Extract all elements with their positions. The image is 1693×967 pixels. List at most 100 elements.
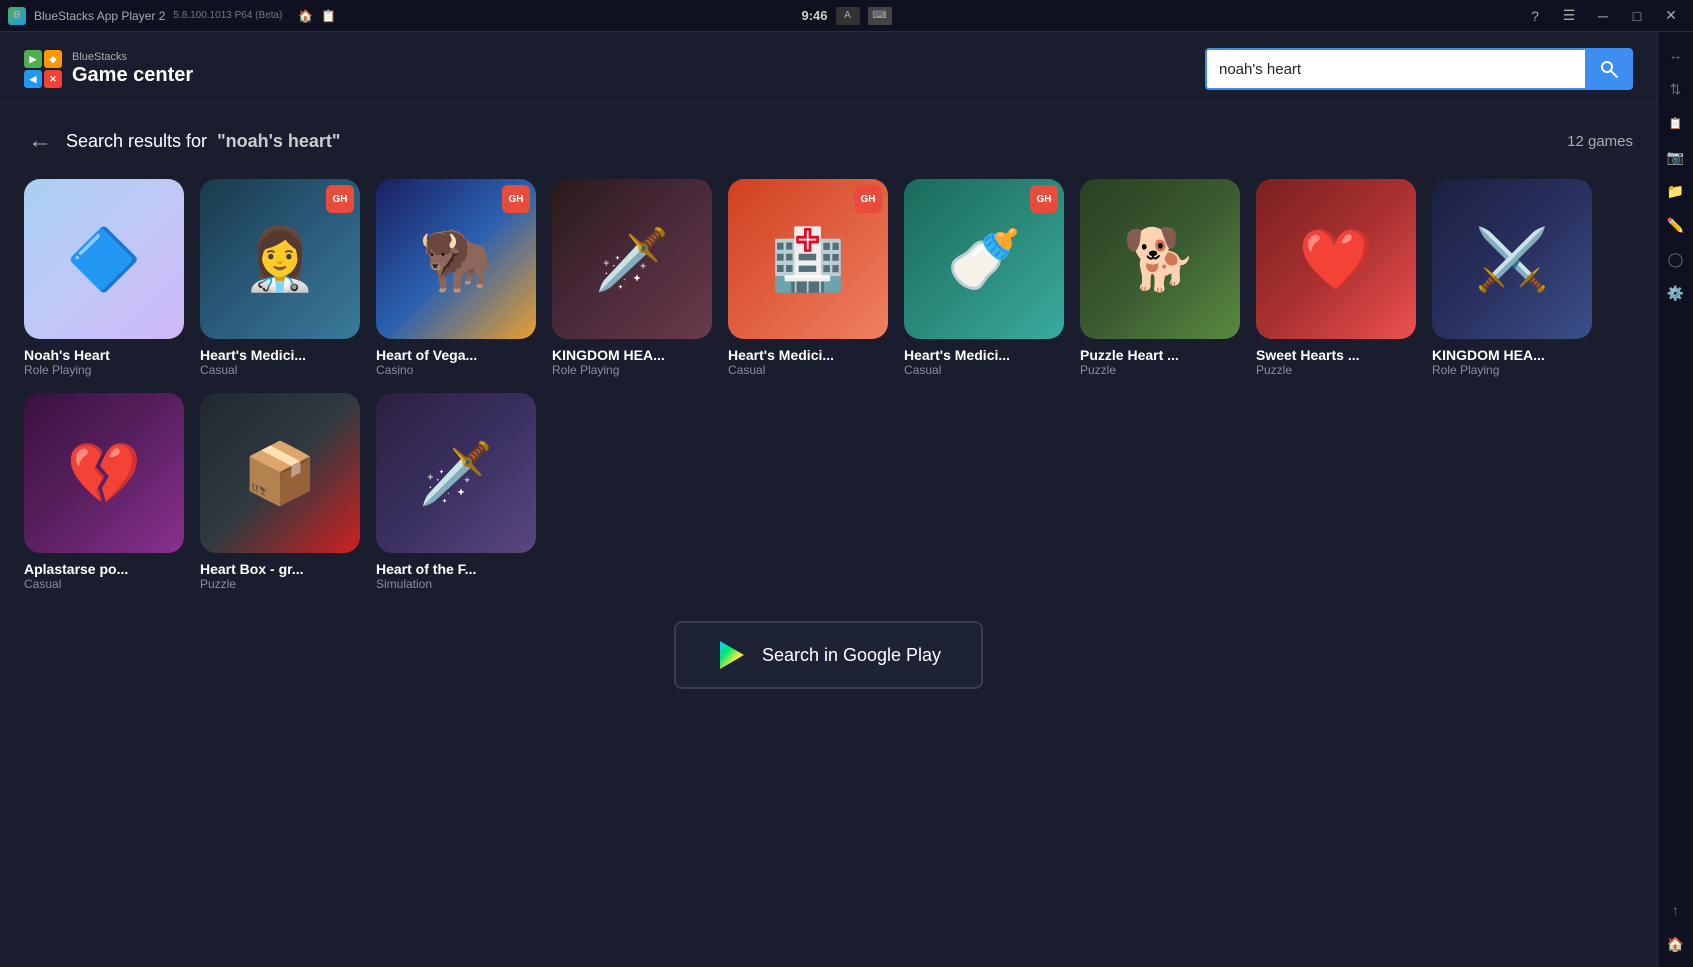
sidebar-icon-2[interactable]: 📋 xyxy=(1661,108,1691,138)
kb-indicator: A xyxy=(836,7,860,25)
title-bar-icons-list[interactable]: 📋 xyxy=(321,9,336,23)
game-name: Heart of Vega... xyxy=(376,347,536,363)
content-area: ← Search results for "noah's heart" 12 g… xyxy=(0,103,1657,967)
brand-text: BlueStacks Game center xyxy=(72,52,193,87)
play-store-icon xyxy=(716,639,748,671)
search-bar xyxy=(1205,48,1633,90)
game-name: Aplastarse po... xyxy=(24,561,184,577)
lang-indicator: ⌨ xyxy=(868,7,892,25)
close-button[interactable]: ✕ xyxy=(1657,5,1685,27)
game-card[interactable]: ⚔️ KINGDOM HEA... Role Playing xyxy=(1432,179,1592,377)
maximize-button[interactable]: □ xyxy=(1623,5,1651,27)
sidebar-icon-3[interactable]: 📷 xyxy=(1661,142,1691,172)
game-image: 🔷 xyxy=(24,179,184,339)
game-image: ❤️ xyxy=(1256,179,1416,339)
game-image: 💔 xyxy=(24,393,184,553)
google-play-button[interactable]: Search in Google Play xyxy=(674,621,983,689)
game-card[interactable]: 🐕 Puzzle Heart ... Puzzle xyxy=(1080,179,1240,377)
sidebar-icon-5[interactable]: ✏️ xyxy=(1661,210,1691,240)
title-bar-left: B BlueStacks App Player 2 5.8.100.1013 P… xyxy=(8,7,336,25)
menu-button[interactable]: ☰ xyxy=(1555,5,1583,27)
game-thumb: 🔷 xyxy=(24,179,184,339)
app-container: ▶ ◆ ◀ ✕ BlueStacks Game center xyxy=(0,32,1693,967)
game-thumb: 🏥 GH xyxy=(728,179,888,339)
help-button[interactable]: ? xyxy=(1521,5,1549,27)
game-thumb: 🦬 GH xyxy=(376,179,536,339)
game-image: 🗡️ xyxy=(552,179,712,339)
search-prefix: Search results for xyxy=(66,131,207,151)
game-card[interactable]: 🦬 GH Heart of Vega... Casino xyxy=(376,179,536,377)
game-name: Heart's Medici... xyxy=(728,347,888,363)
game-name: KINGDOM HEA... xyxy=(1432,347,1592,363)
title-bar-icons-home[interactable]: 🏠 xyxy=(298,9,313,23)
sidebar-icon-4[interactable]: 📁 xyxy=(1661,176,1691,206)
sidebar-icon-up[interactable]: ↑ xyxy=(1661,895,1691,925)
game-card[interactable]: 🍼 GH Heart's Medici... Casual xyxy=(904,179,1064,377)
game-genre: Puzzle xyxy=(1080,363,1240,377)
game-genre: Casino xyxy=(376,363,536,377)
games-grid: 🔷 Noah's Heart Role Playing 👩‍⚕️ GH Hear… xyxy=(24,179,1633,591)
game-thumb: 🍼 GH xyxy=(904,179,1064,339)
game-image: 🐕 xyxy=(1080,179,1240,339)
game-genre: Role Playing xyxy=(1432,363,1592,377)
search-header: ← Search results for "noah's heart" 12 g… xyxy=(24,123,1633,159)
game-card[interactable]: 💔 Aplastarse po... Casual xyxy=(24,393,184,591)
sidebar-icon-6[interactable]: ◯ xyxy=(1661,244,1691,274)
game-card[interactable]: 🗡️ Heart of the F... Simulation xyxy=(376,393,536,591)
games-count: 12 games xyxy=(1567,133,1633,150)
search-input[interactable] xyxy=(1205,48,1585,90)
game-card[interactable]: 🗡️ KINGDOM HEA... Role Playing xyxy=(552,179,712,377)
game-card[interactable]: 📦 Heart Box - gr... Puzzle xyxy=(200,393,360,591)
game-card[interactable]: 🔷 Noah's Heart Role Playing xyxy=(24,179,184,377)
game-name: Heart's Medici... xyxy=(200,347,360,363)
bluestacks-logo: B xyxy=(8,7,26,25)
game-badge: GH xyxy=(502,185,530,213)
search-button[interactable] xyxy=(1585,48,1633,90)
game-name: KINGDOM HEA... xyxy=(552,347,712,363)
header-brand: ▶ ◆ ◀ ✕ BlueStacks Game center xyxy=(24,50,193,88)
game-card[interactable]: 👩‍⚕️ GH Heart's Medici... Casual xyxy=(200,179,360,377)
google-play-section: Search in Google Play xyxy=(24,621,1633,689)
sidebar-icon-home[interactable]: 🏠 xyxy=(1661,929,1691,959)
brand-logos: ▶ ◆ ◀ ✕ xyxy=(24,50,62,88)
logo-green: ▶ xyxy=(24,50,42,68)
game-thumb: ❤️ xyxy=(1256,179,1416,339)
game-genre: Role Playing xyxy=(552,363,712,377)
game-thumb: 🗡️ xyxy=(552,179,712,339)
game-image: ⚔️ xyxy=(1432,179,1592,339)
minimize-button[interactable]: ─ xyxy=(1589,5,1617,27)
brand-product: Game center xyxy=(72,63,193,87)
game-name: Noah's Heart xyxy=(24,347,184,363)
game-card[interactable]: 🏥 GH Heart's Medici... Casual xyxy=(728,179,888,377)
game-genre: Casual xyxy=(24,577,184,591)
game-name: Heart's Medici... xyxy=(904,347,1064,363)
sidebar-icon-1[interactable]: ⇅ xyxy=(1661,74,1691,104)
game-genre: Role Playing xyxy=(24,363,184,377)
sidebar-icon-0[interactable]: ↔ xyxy=(1661,40,1691,70)
game-badge: GH xyxy=(326,185,354,213)
logo-orange: ◆ xyxy=(44,50,62,68)
title-bar: B BlueStacks App Player 2 5.8.100.1013 P… xyxy=(0,0,1693,32)
game-name: Sweet Hearts ... xyxy=(1256,347,1416,363)
sidebar-icon-7[interactable]: ⚙️ xyxy=(1661,278,1691,308)
right-sidebar: ↔ ⇅ 📋 📷 📁 ✏️ ◯ ⚙️ ↑ 🏠 xyxy=(1657,32,1693,967)
game-name: Heart Box - gr... xyxy=(200,561,360,577)
game-genre: Puzzle xyxy=(200,577,360,591)
header: ▶ ◆ ◀ ✕ BlueStacks Game center xyxy=(0,32,1657,103)
game-genre: Casual xyxy=(200,363,360,377)
game-image: 📦 xyxy=(200,393,360,553)
logo-red: ✕ xyxy=(44,70,62,88)
game-thumb: 🗡️ xyxy=(376,393,536,553)
title-bar-right: ? ☰ ─ □ ✕ xyxy=(1521,5,1685,27)
game-name: Puzzle Heart ... xyxy=(1080,347,1240,363)
game-thumb: 🐕 xyxy=(1080,179,1240,339)
brand-name: BlueStacks xyxy=(72,52,193,63)
game-thumb: 📦 xyxy=(200,393,360,553)
search-title: Search results for "noah's heart" xyxy=(66,131,340,152)
title-bar-app-name: BlueStacks App Player 2 xyxy=(34,9,165,23)
game-card[interactable]: ❤️ Sweet Hearts ... Puzzle xyxy=(1256,179,1416,377)
back-button[interactable]: ← xyxy=(24,123,56,159)
back-row: ← Search results for "noah's heart" xyxy=(24,123,340,159)
main-content: ▶ ◆ ◀ ✕ BlueStacks Game center xyxy=(0,32,1657,967)
logo-blue: ◀ xyxy=(24,70,42,88)
